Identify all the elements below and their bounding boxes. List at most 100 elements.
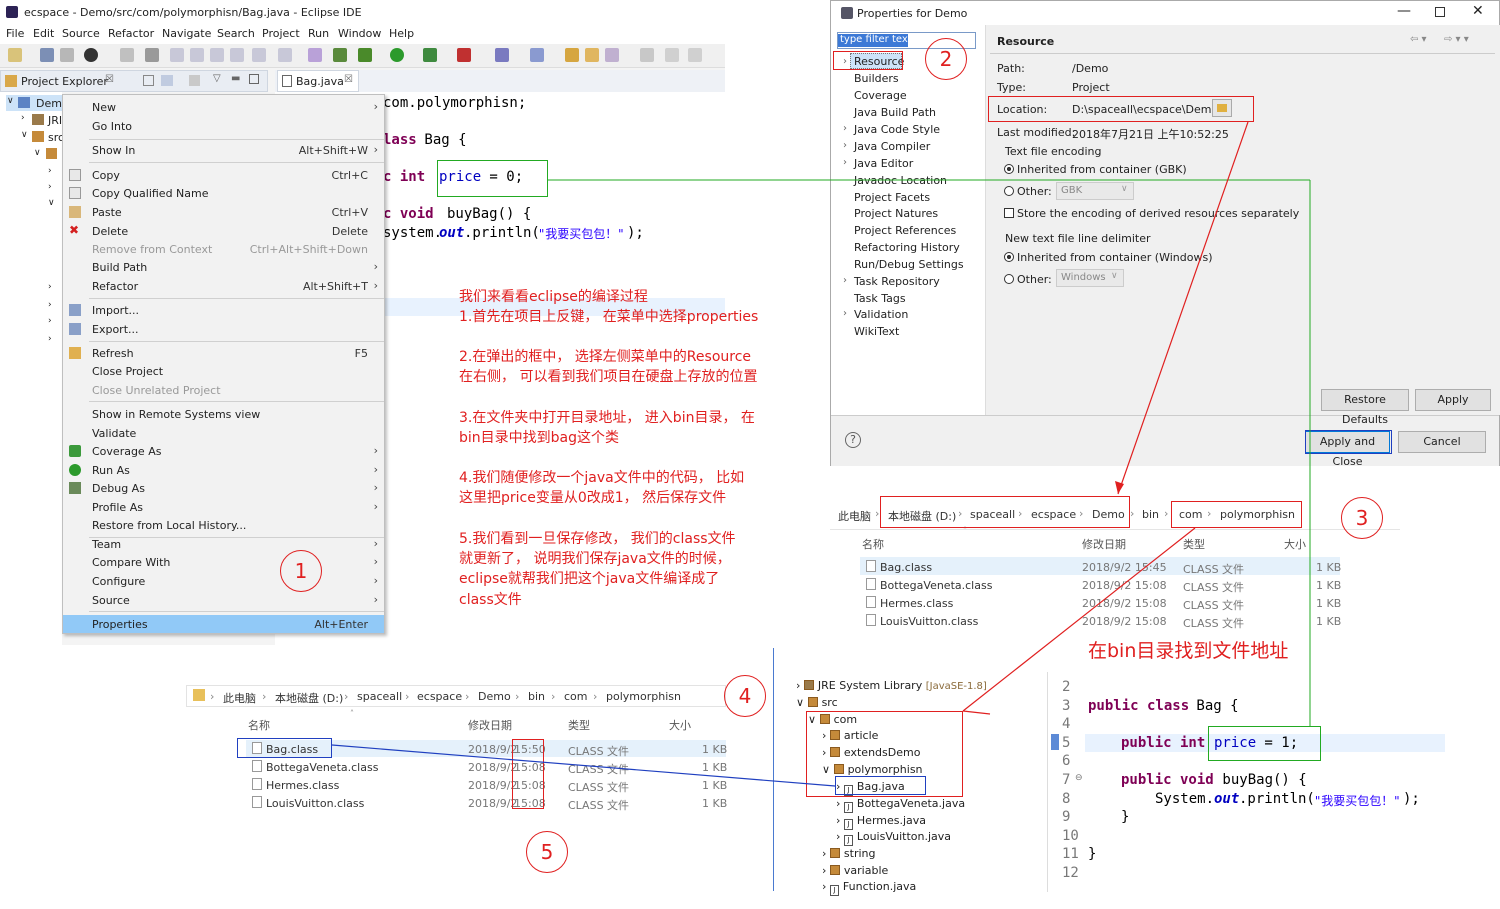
menu-item-debug-as[interactable]: Debug As ›: [63, 479, 384, 497]
menu-item-new[interactable]: New ›: [63, 98, 384, 116]
nav-item-coverage[interactable]: Coverage: [854, 89, 907, 102]
file-name[interactable]: BottegaVeneta.class: [880, 579, 992, 592]
tree-item-function-java[interactable]: › J Function.java: [822, 880, 916, 896]
expand-chevron-icon[interactable]: ∨: [7, 96, 14, 106]
menu-item-remove-from-context[interactable]: Remove from Context Ctrl+Alt+Shift+Down: [63, 240, 384, 258]
collapse-chevron-icon[interactable]: ›: [21, 113, 25, 123]
help-icon[interactable]: ?: [845, 432, 861, 448]
menu-item-refresh[interactable]: Refresh F5: [63, 344, 384, 362]
menu-item-source[interactable]: Source ›: [63, 591, 384, 609]
radio-inherited-newline[interactable]: [1004, 252, 1014, 262]
maximize-icon[interactable]: [249, 74, 259, 84]
menu-item-show-remote[interactable]: Show in Remote Systems view: [63, 405, 384, 423]
menu-item-export[interactable]: Export...: [63, 320, 384, 338]
menu-item-team[interactable]: Team ›: [63, 535, 384, 553]
nav-item-task-repository[interactable]: Task Repository: [854, 275, 940, 288]
menu-item-refactor[interactable]: Refactor Alt+Shift+T ›: [63, 277, 384, 295]
nav-item-wikitext[interactable]: WikiText: [854, 325, 899, 338]
tree-item-louisvuitton-java[interactable]: › J LouisVuitton.java: [836, 830, 951, 846]
terminate-icon[interactable]: [210, 48, 224, 62]
close-icon[interactable]: ☒: [344, 74, 353, 85]
collapse-chevron-icon[interactable]: ›: [48, 300, 52, 310]
col-header-type[interactable]: 类型: [1183, 536, 1205, 552]
nav-item-javadoc-location[interactable]: Javadoc Location: [854, 174, 947, 187]
crumb[interactable]: polymorphisn: [606, 690, 681, 703]
col-header-date[interactable]: 修改日期: [468, 717, 512, 733]
tree-item-jre[interactable]: › JRE System Library [JavaSE-1.8]: [796, 679, 987, 692]
collapse-chevron-icon[interactable]: ›: [48, 316, 52, 326]
debug-icon[interactable]: [84, 48, 98, 62]
store-encoding-checkbox[interactable]: [1004, 208, 1014, 218]
chevron-right-icon[interactable]: ›: [843, 123, 847, 134]
open-type-icon[interactable]: [565, 48, 579, 62]
nav-item-java-editor[interactable]: Java Editor: [854, 157, 913, 170]
nav-item-project-natures[interactable]: Project Natures: [854, 207, 938, 220]
crumb[interactable]: bin: [528, 690, 545, 703]
search-icon[interactable]: [605, 48, 619, 62]
chevron-right-icon[interactable]: ›: [843, 157, 847, 168]
nav-item-java-compiler[interactable]: Java Compiler: [854, 140, 930, 153]
tree-item-hermes-java[interactable]: › J Hermes.java: [836, 814, 926, 830]
crumb[interactable]: com: [564, 690, 588, 703]
chevron-right-icon[interactable]: ›: [843, 275, 847, 286]
menu-item-close-project[interactable]: Close Project: [63, 362, 384, 380]
crumb[interactable]: 本地磁盘 (D:): [275, 690, 343, 706]
nav-item-project-facets[interactable]: Project Facets: [854, 191, 930, 204]
disconnect-icon[interactable]: [230, 48, 244, 62]
close-icon[interactable]: ✕: [1472, 3, 1484, 19]
project-explorer-tab[interactable]: Project Explorer ☒ ▽ ▬: [0, 70, 268, 92]
toggle-mark-icon[interactable]: [640, 48, 654, 62]
new-icon[interactable]: [8, 48, 22, 62]
col-header-name[interactable]: 名称: [862, 536, 884, 552]
menu-item-properties[interactable]: Properties Alt+Enter: [63, 615, 384, 633]
collapse-chevron-icon[interactable]: ›: [48, 166, 52, 176]
tree-item-demo[interactable]: ∨ Demo: [6, 95, 69, 111]
expand-chevron-icon[interactable]: ∨: [34, 148, 41, 158]
print-icon[interactable]: [120, 48, 134, 62]
run-icon[interactable]: [390, 48, 404, 62]
menu-refactor[interactable]: Refactor: [108, 27, 154, 40]
menu-item-compare-with[interactable]: Compare With ›: [63, 553, 384, 571]
minimize-icon[interactable]: —: [1397, 3, 1411, 19]
col-header-name[interactable]: 名称: [248, 717, 270, 733]
external-tools-icon[interactable]: [457, 48, 471, 62]
skip-icon[interactable]: [170, 48, 184, 62]
file-name[interactable]: LouisVuitton.class: [266, 797, 364, 810]
menu-item-restore-history[interactable]: Restore from Local History...: [63, 516, 384, 534]
menu-item-go-into[interactable]: Go Into: [63, 117, 384, 135]
nav-item-refactoring-history[interactable]: Refactoring History: [854, 241, 960, 254]
menu-item-close-unrelated[interactable]: Close Unrelated Project: [63, 381, 384, 399]
step-into-icon[interactable]: [252, 48, 266, 62]
step-return-icon[interactable]: [308, 48, 322, 62]
col-header-type[interactable]: 类型: [568, 717, 590, 733]
prev-annotation-icon[interactable]: [688, 48, 702, 62]
tree-item-bottegaveneta-java[interactable]: › J BottegaVeneta.java: [836, 797, 965, 813]
back-icon[interactable]: ⇦ ▾: [1410, 34, 1427, 45]
step-over-icon[interactable]: [278, 48, 292, 62]
radio-other-newline[interactable]: [1004, 274, 1014, 284]
menu-item-configure[interactable]: Configure ›: [63, 572, 384, 590]
forward-icon[interactable]: ⇨ ▾ ▾: [1444, 34, 1469, 45]
expand-chevron-icon[interactable]: ∨: [48, 198, 55, 208]
tree-item-src[interactable]: ∨ src: [20, 129, 64, 145]
fold-icon[interactable]: ⊖: [1075, 773, 1083, 783]
radio-other-encoding[interactable]: [1004, 186, 1014, 196]
nav-item-run-debug[interactable]: Run/Debug Settings: [854, 258, 964, 271]
maximize-icon[interactable]: [1435, 7, 1445, 17]
newline-select[interactable]: Windows ∨: [1056, 269, 1124, 287]
chevron-right-icon[interactable]: ›: [843, 140, 847, 151]
menu-item-run-as[interactable]: Run As ›: [63, 461, 384, 479]
file-name[interactable]: Hermes.class: [266, 779, 339, 792]
cancel-button[interactable]: Cancel: [1398, 431, 1486, 453]
chevron-right-icon[interactable]: ›: [843, 308, 847, 319]
nav-item-java-build-path[interactable]: Java Build Path: [854, 106, 936, 119]
expand-chevron-icon[interactable]: ∨: [21, 130, 28, 140]
tree-item-jre[interactable]: › JRI: [20, 112, 62, 128]
open-task-icon[interactable]: [585, 48, 599, 62]
menu-help[interactable]: Help: [389, 27, 414, 40]
menu-search[interactable]: Search: [217, 27, 255, 40]
crumb[interactable]: ecspace: [417, 690, 462, 703]
file-name[interactable]: Hermes.class: [880, 597, 953, 610]
menu-run[interactable]: Run: [308, 27, 329, 40]
new-package-icon[interactable]: [530, 48, 544, 62]
